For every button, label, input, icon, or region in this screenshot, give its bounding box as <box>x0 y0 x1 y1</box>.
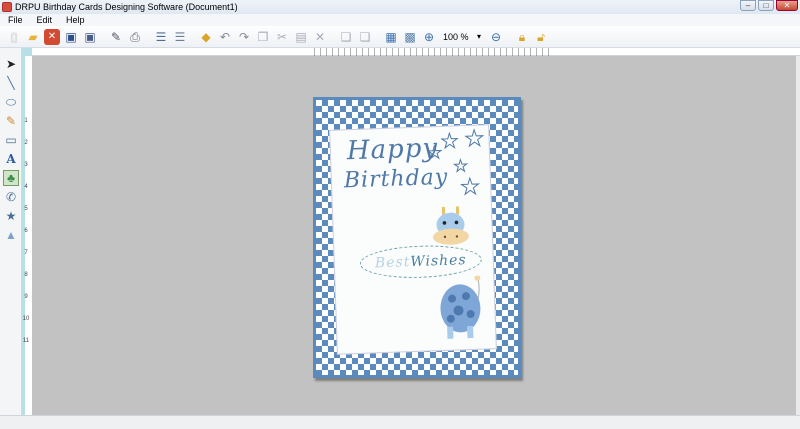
line-tool-icon[interactable]: ╲ <box>3 75 19 91</box>
star-tool-icon[interactable]: ★ <box>3 208 19 224</box>
ruler-number: 11 <box>22 338 30 344</box>
paste-icon[interactable]: ▤ <box>293 29 309 45</box>
close-button[interactable]: ✕ <box>776 0 798 11</box>
ruler-number: 7 <box>24 250 28 256</box>
pencil-tool-icon[interactable]: ✎ <box>3 113 19 129</box>
zoom-out-icon[interactable]: ⊖ <box>488 29 504 45</box>
phone-tool-icon[interactable]: ✆ <box>3 189 19 205</box>
ruler-number: 8 <box>24 272 28 278</box>
save-as-icon[interactable]: ▣ <box>82 29 98 45</box>
zoom-level[interactable]: 100 % <box>440 32 474 42</box>
birthday-card[interactable]: Happy Birthday ★ ★ ★ ★ ★ Best Wishes <box>313 97 521 378</box>
print-icon[interactable]: ⎙ <box>127 29 143 45</box>
unlock-icon[interactable]: 🔓︎ <box>533 29 549 45</box>
layer-front-icon[interactable]: ☰ <box>153 29 169 45</box>
open-folder-icon[interactable]: ▰ <box>25 29 41 45</box>
save-icon[interactable]: ▣ <box>63 29 79 45</box>
window-title: DRPU Birthday Cards Designing Software (… <box>15 2 238 12</box>
triangle-tool-icon[interactable]: ▲ <box>3 227 19 243</box>
vertical-ruler: 1 2 3 4 5 6 7 8 9 10 11 <box>22 56 32 415</box>
fill-color-icon[interactable]: ◆ <box>198 29 214 45</box>
text-tool-icon[interactable]: A <box>3 151 19 167</box>
ungroup-icon[interactable]: ❏ <box>357 29 373 45</box>
birthday-text[interactable]: Birthday <box>343 165 448 194</box>
star-icon[interactable]: ★ <box>464 125 486 152</box>
menu-help[interactable]: Help <box>66 15 85 25</box>
menu-edit[interactable]: Edit <box>37 15 53 25</box>
grid-icon[interactable]: ▦ <box>383 29 399 45</box>
select-pointer-icon[interactable]: ➤ <box>3 56 19 72</box>
card-inner-panel: Happy Birthday ★ ★ ★ ★ ★ Best Wishes <box>329 124 497 355</box>
ruler-ticks <box>314 48 554 56</box>
window-controls: – □ ✕ <box>740 0 798 11</box>
image-tool-icon[interactable]: ♣ <box>3 170 19 186</box>
group-icon[interactable]: ❏ <box>338 29 354 45</box>
zoom-in-icon[interactable]: ⊕ <box>421 29 437 45</box>
delete-icon[interactable]: ✕ <box>312 29 328 45</box>
ruler-number: 6 <box>24 228 28 234</box>
vertical-scrollbar[interactable] <box>796 56 800 415</box>
star-icon[interactable]: ★ <box>440 128 460 154</box>
menu-bar: File Edit Help <box>0 14 800 26</box>
drawing-tools-panel: ➤ ╲ ⬭ ✎ ▭ A ♣ ✆ ★ ▲ <box>0 48 22 415</box>
maximize-button[interactable]: □ <box>758 0 774 11</box>
redo-icon[interactable]: ↷ <box>236 29 252 45</box>
best-wishes-text[interactable]: Best Wishes <box>359 243 483 280</box>
grid-lines-icon[interactable]: ▩ <box>402 29 418 45</box>
layer-back-icon[interactable]: ☰ <box>172 29 188 45</box>
rectangle-tool-icon[interactable]: ▭ <box>3 132 19 148</box>
giraffe-head-image[interactable] <box>430 204 475 248</box>
happy-text[interactable]: Happy <box>346 133 438 166</box>
title-bar: DRPU Birthday Cards Designing Software (… <box>0 0 800 14</box>
ruler-number: 4 <box>24 184 28 190</box>
copy-icon[interactable]: ❐ <box>255 29 271 45</box>
ruler-corner <box>22 48 32 56</box>
minimize-button[interactable]: – <box>740 0 756 11</box>
horizontal-ruler <box>32 48 800 56</box>
zoom-dropdown-icon[interactable]: ▾ <box>477 32 485 41</box>
cut-icon[interactable]: ✂ <box>274 29 290 45</box>
ruler-number: 2 <box>24 140 28 146</box>
ruler-number: 3 <box>24 162 28 168</box>
giraffe-body-image[interactable] <box>437 275 487 341</box>
ruler-number: 10 <box>22 316 30 322</box>
properties-icon[interactable]: ✎ <box>108 29 124 45</box>
new-file-icon[interactable]: ▯ <box>6 29 22 45</box>
ruler-number: 9 <box>24 294 28 300</box>
main-toolbar: ▯ ▰ ✕ ▣ ▣ ✎ ⎙ ☰ ☰ ◆ ↶ ↷ ❐ ✂ ▤ ✕ ❏ ❏ ▦ ▩ … <box>0 26 800 48</box>
status-bar <box>0 415 800 429</box>
undo-icon[interactable]: ↶ <box>217 29 233 45</box>
close-document-icon[interactable]: ✕ <box>44 28 60 45</box>
ellipse-tool-icon[interactable]: ⬭ <box>3 94 19 110</box>
lock-icon[interactable]: 🔒︎ <box>514 29 530 45</box>
ruler-number: 1 <box>24 118 28 124</box>
app-icon <box>2 2 12 12</box>
star-icon[interactable]: ★ <box>459 173 481 201</box>
star-icon[interactable]: ★ <box>426 142 443 164</box>
menu-file[interactable]: File <box>8 15 23 25</box>
ruler-number: 5 <box>24 206 28 212</box>
